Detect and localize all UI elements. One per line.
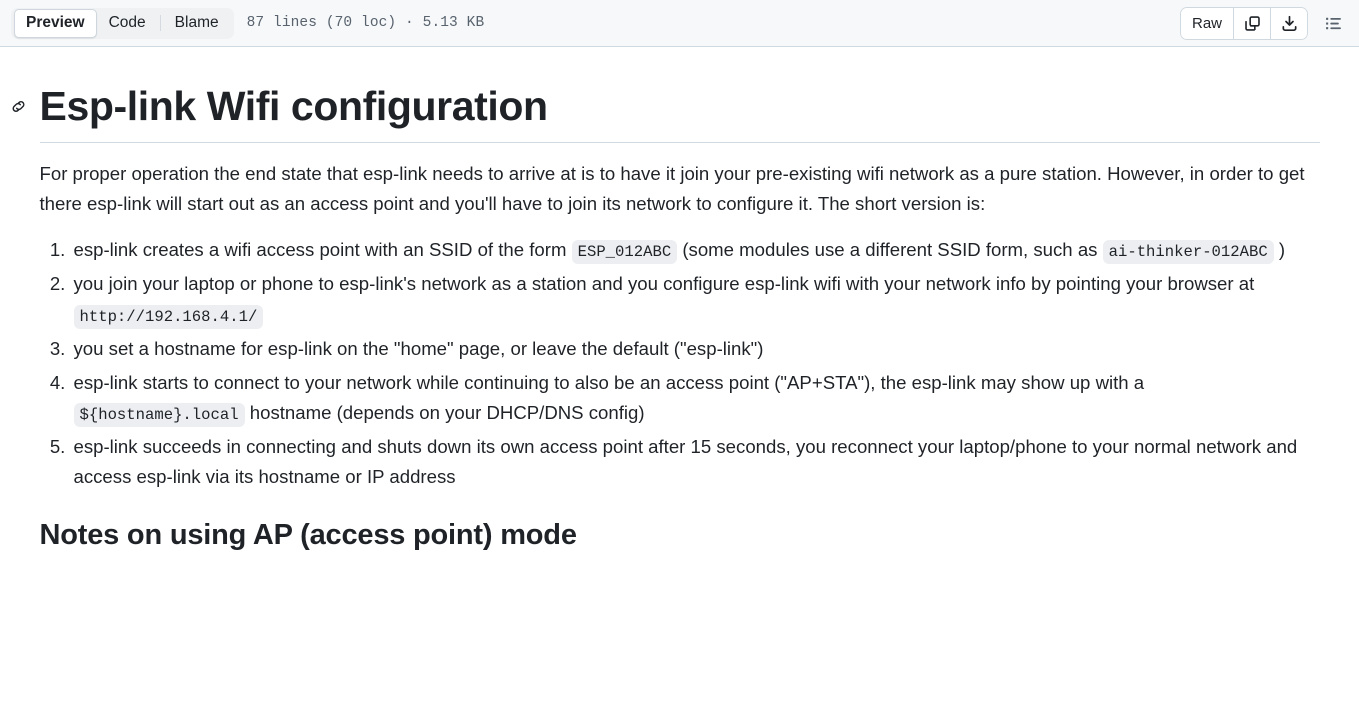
file-header-bar: Preview Code Blame 87 lines (70 loc) · 5… <box>0 0 1359 47</box>
link-anchor-icon[interactable] <box>10 98 27 115</box>
tab-preview[interactable]: Preview <box>14 8 97 38</box>
intro-paragraph: For proper operation the end state that … <box>39 163 1305 215</box>
list-item: esp-link starts to connect to your netwo… <box>71 368 1320 428</box>
inline-code: ai-thinker-012ABC <box>1102 240 1274 265</box>
markdown-body: Esp-link Wifi configuration For proper o… <box>12 47 1336 553</box>
markdown-frame: Esp-link Wifi configuration For proper o… <box>0 47 1359 553</box>
list-item: esp-link creates a wifi access point wit… <box>71 235 1320 265</box>
tab-code[interactable]: Code <box>97 11 158 36</box>
list-item: you set a hostname for esp-link on the "… <box>71 334 1320 364</box>
tab-blame[interactable]: Blame <box>163 11 231 36</box>
inline-code: ${hostname}.local <box>73 403 245 428</box>
tab-separator <box>159 15 161 31</box>
download-icon[interactable] <box>1270 8 1307 39</box>
outline-list-icon[interactable] <box>1318 9 1348 39</box>
raw-button[interactable]: Raw <box>1180 8 1233 39</box>
page-title: Esp-link Wifi configuration <box>12 81 1320 144</box>
file-action-button-group: Raw <box>1179 7 1308 40</box>
file-stats-text: 87 lines (70 loc) · 5.13 KB <box>246 15 485 31</box>
inline-code: ESP_012ABC <box>571 240 678 265</box>
list-item: esp-link succeeds in connecting and shut… <box>71 432 1320 492</box>
inline-code: http://192.168.4.1/ <box>73 304 264 329</box>
header-actions: Raw <box>1179 0 1348 47</box>
copy-icon[interactable] <box>1233 8 1270 39</box>
steps-list: esp-link creates a wifi access point wit… <box>40 235 1320 492</box>
file-view-tablist: Preview Code Blame <box>11 7 234 39</box>
section-heading: Notes on using AP (access point) mode <box>39 518 577 551</box>
list-item: you join your laptop or phone to esp-lin… <box>71 269 1320 329</box>
page-title-text: Esp-link Wifi configuration <box>39 83 549 129</box>
